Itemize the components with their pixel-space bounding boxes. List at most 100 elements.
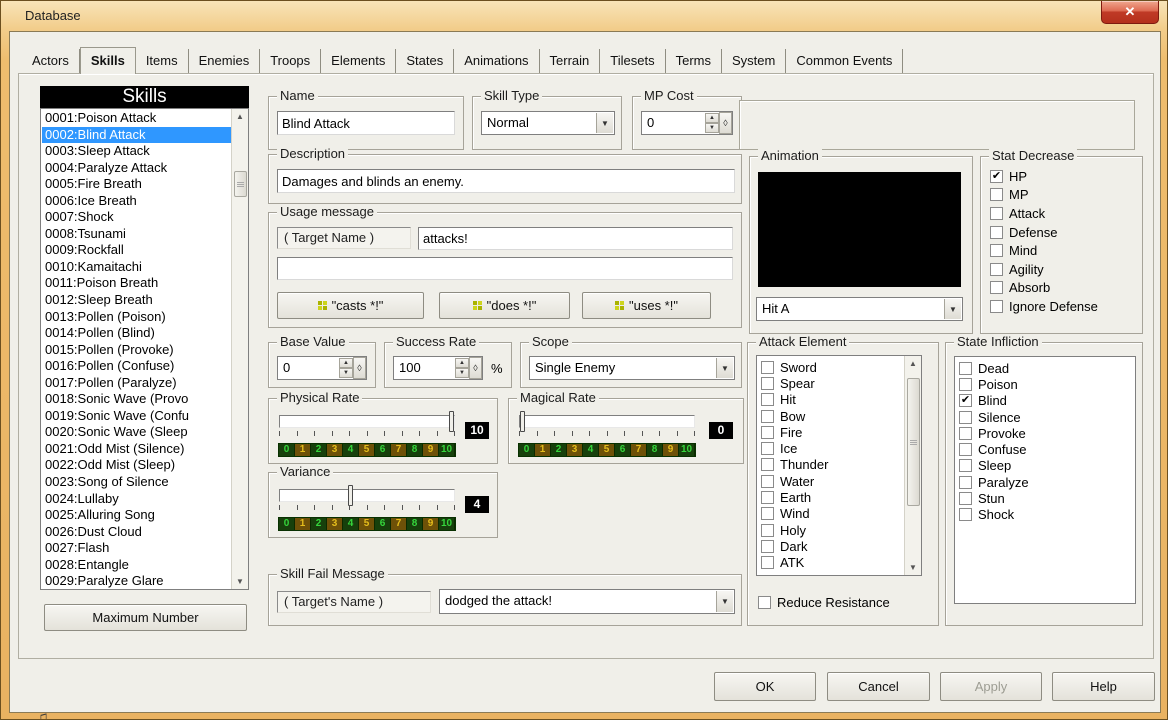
- checkbox[interactable]: [959, 476, 972, 489]
- checkbox[interactable]: [959, 427, 972, 440]
- scroll-down-icon[interactable]: ▼: [906, 560, 921, 575]
- list-item[interactable]: 0024:Lullaby: [42, 491, 231, 508]
- checkbox[interactable]: [761, 507, 774, 520]
- reduce-resistance-row[interactable]: Reduce Resistance: [758, 595, 890, 610]
- spin-down-icon[interactable]: ▼: [705, 123, 719, 133]
- list-item[interactable]: 0029:Paralyze Glare: [42, 573, 231, 588]
- list-item[interactable]: 0015:Pollen (Provoke): [42, 342, 231, 359]
- slider-thumb[interactable]: [520, 411, 525, 432]
- list-item[interactable]: 0022:Odd Mist (Sleep): [42, 457, 231, 474]
- stat-ignore-defense[interactable]: Ignore Defense: [990, 297, 1138, 316]
- element-wind[interactable]: Wind: [761, 506, 903, 522]
- close-button[interactable]: ✕: [1101, 1, 1159, 24]
- checkbox[interactable]: ✔: [990, 170, 1003, 183]
- spin-up-icon[interactable]: ▲: [455, 358, 469, 368]
- skill-fail-dropdown[interactable]: dodged the attack! ▼: [439, 589, 735, 614]
- element-water[interactable]: Water: [761, 473, 903, 489]
- scroll-up-icon[interactable]: ▲: [233, 109, 248, 124]
- list-item[interactable]: 0013:Pollen (Poison): [42, 309, 231, 326]
- tab-terrain[interactable]: Terrain: [540, 49, 601, 73]
- cancel-button[interactable]: Cancel: [827, 672, 930, 701]
- spin-up-icon[interactable]: ▲: [705, 113, 719, 123]
- tab-skills[interactable]: Skills: [80, 47, 136, 74]
- checkbox[interactable]: [959, 492, 972, 505]
- checkbox[interactable]: [959, 362, 972, 375]
- list-item[interactable]: 0006:Ice Breath: [42, 193, 231, 210]
- list-item[interactable]: 0018:Sonic Wave (Provo: [42, 391, 231, 408]
- magical-rate-slider[interactable]: [519, 415, 695, 428]
- checkbox[interactable]: [761, 393, 774, 406]
- scroll-down-icon[interactable]: ▼: [233, 574, 248, 589]
- attack-element-listbox[interactable]: SwordSpearHitBowFireIceThunderWaterEarth…: [756, 355, 922, 576]
- mp-cost-stepper[interactable]: 0 ▲▼ ◊: [641, 111, 733, 135]
- tab-terms[interactable]: Terms: [666, 49, 722, 73]
- list-item[interactable]: 0005:Fire Breath: [42, 176, 231, 193]
- checkbox[interactable]: [959, 378, 972, 391]
- list-item[interactable]: 0025:Alluring Song: [42, 507, 231, 524]
- state-shock[interactable]: Shock: [959, 507, 1133, 523]
- tab-animations[interactable]: Animations: [454, 49, 539, 73]
- skills-list[interactable]: 0001:Poison Attack0002:Blind Attack0003:…: [40, 108, 249, 590]
- help-button[interactable]: Help: [1052, 672, 1155, 701]
- tab-system[interactable]: System: [722, 49, 786, 73]
- checkbox[interactable]: ✔: [959, 394, 972, 407]
- scroll-track[interactable]: [233, 125, 247, 573]
- list-item[interactable]: 0027:Flash: [42, 540, 231, 557]
- skills-scrollbar[interactable]: ▲ ▼: [231, 109, 248, 589]
- element-ice[interactable]: Ice: [761, 440, 903, 456]
- element-earth[interactable]: Earth: [761, 489, 903, 505]
- spin-down-icon[interactable]: ▼: [339, 368, 353, 378]
- music-note-icon[interactable]: ♫: [36, 708, 56, 720]
- checkbox[interactable]: [761, 475, 774, 488]
- checkbox[interactable]: [990, 281, 1003, 294]
- animation-preview[interactable]: [758, 172, 961, 287]
- stat-hp[interactable]: ✔HP: [990, 167, 1138, 186]
- checkbox[interactable]: [990, 226, 1003, 239]
- stat-mp[interactable]: MP: [990, 186, 1138, 205]
- tab-troops[interactable]: Troops: [260, 49, 321, 73]
- element-bow[interactable]: Bow: [761, 408, 903, 424]
- list-item[interactable]: 0009:Rockfall: [42, 242, 231, 259]
- uses-preset-button[interactable]: "uses *!": [582, 292, 711, 319]
- spin-up-icon[interactable]: ▲: [339, 358, 353, 368]
- element-hit[interactable]: Hit: [761, 392, 903, 408]
- tab-tilesets[interactable]: Tilesets: [600, 49, 665, 73]
- animation-dropdown[interactable]: Hit A ▼: [756, 297, 963, 321]
- checkbox[interactable]: [959, 508, 972, 521]
- list-item[interactable]: 0008:Tsunami: [42, 226, 231, 243]
- checkbox[interactable]: [761, 361, 774, 374]
- list-item[interactable]: 0023:Song of Silence: [42, 474, 231, 491]
- state-blind[interactable]: ✔Blind: [959, 393, 1133, 409]
- spin-diamond-icon[interactable]: ◊: [353, 357, 366, 379]
- checkbox[interactable]: [990, 263, 1003, 276]
- does-preset-button[interactable]: "does *!": [439, 292, 570, 319]
- slider-thumb[interactable]: [348, 485, 353, 506]
- list-item[interactable]: 0004:Paralyze Attack: [42, 160, 231, 177]
- spin-diamond-icon[interactable]: ◊: [469, 357, 482, 379]
- state-dead[interactable]: Dead: [959, 360, 1133, 376]
- list-item[interactable]: 0001:Poison Attack: [42, 110, 231, 127]
- physical-rate-slider[interactable]: [279, 415, 455, 428]
- tab-elements[interactable]: Elements: [321, 49, 396, 73]
- variance-slider[interactable]: [279, 489, 455, 502]
- spin-diamond-icon[interactable]: ◊: [719, 112, 732, 134]
- description-input[interactable]: [277, 169, 735, 193]
- state-stun[interactable]: Stun: [959, 490, 1133, 506]
- chevron-down-icon[interactable]: ▼: [596, 113, 613, 133]
- chevron-down-icon[interactable]: ▼: [716, 358, 733, 378]
- element-holy[interactable]: Holy: [761, 522, 903, 538]
- chevron-down-icon[interactable]: ▼: [944, 299, 961, 319]
- list-item[interactable]: 0026:Dust Cloud: [42, 524, 231, 541]
- list-item[interactable]: 0019:Sonic Wave (Confu: [42, 408, 231, 425]
- element-atk[interactable]: ATK: [761, 555, 903, 571]
- checkbox[interactable]: [990, 244, 1003, 257]
- state-provoke[interactable]: Provoke: [959, 425, 1133, 441]
- slider-thumb[interactable]: [449, 411, 454, 432]
- list-item[interactable]: 0014:Pollen (Blind): [42, 325, 231, 342]
- state-sleep[interactable]: Sleep: [959, 458, 1133, 474]
- list-item[interactable]: 0016:Pollen (Confuse): [42, 358, 231, 375]
- element-sword[interactable]: Sword: [761, 359, 903, 375]
- maximum-number-button[interactable]: Maximum Number: [44, 604, 247, 631]
- skill-type-dropdown[interactable]: Normal ▼: [481, 111, 615, 135]
- spin-down-icon[interactable]: ▼: [455, 368, 469, 378]
